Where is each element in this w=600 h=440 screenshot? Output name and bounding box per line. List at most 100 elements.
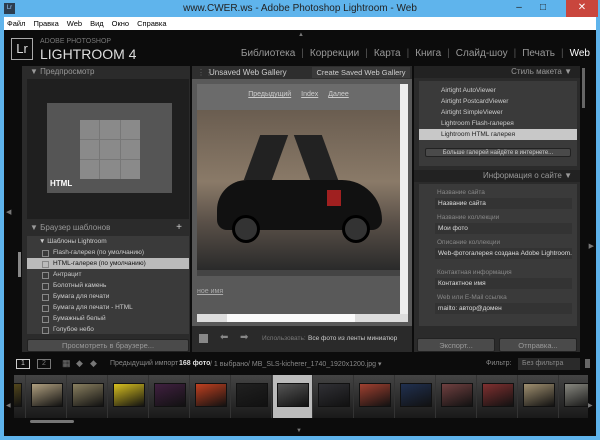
- export-button[interactable]: Экспорт...: [417, 338, 495, 352]
- thumbnail[interactable]: [14, 383, 22, 407]
- module-web[interactable]: Web: [570, 48, 590, 59]
- close-button[interactable]: ✕: [566, 0, 598, 17]
- style-item[interactable]: Airtight PostcardViewer: [419, 96, 577, 107]
- filmstrip-cell[interactable]: [191, 375, 231, 418]
- left-scrollbar[interactable]: [18, 252, 21, 277]
- thumbnail[interactable]: [564, 383, 588, 407]
- style-item[interactable]: Airtight AutoViewer: [419, 85, 577, 96]
- contact-info-field[interactable]: Контактное имя: [435, 278, 572, 289]
- filmstrip-cell[interactable]: [478, 375, 518, 418]
- filmstrip-cell[interactable]: [355, 375, 395, 418]
- thumbnail[interactable]: [31, 383, 63, 407]
- module-print[interactable]: Печать: [522, 48, 555, 59]
- right-panel-toggle-icon[interactable]: ▶: [589, 242, 594, 250]
- template-item[interactable]: Голубое небо: [27, 324, 189, 334]
- lock-icon[interactable]: [585, 359, 590, 368]
- preview-header[interactable]: ▼ Предпросмотр: [22, 66, 190, 78]
- module-library[interactable]: Библиотека: [241, 48, 295, 59]
- template-item[interactable]: Болотный камень: [27, 280, 189, 291]
- module-map[interactable]: Карта: [374, 48, 401, 59]
- menu-edit[interactable]: Правка: [33, 17, 58, 30]
- collapse-top-arrow-icon[interactable]: ▲: [298, 32, 304, 38]
- template-item[interactable]: Бумажный белый: [27, 313, 189, 324]
- thumbnail[interactable]: [154, 383, 186, 407]
- filmstrip-right-arrow-icon[interactable]: ▶: [588, 402, 593, 409]
- use-select[interactable]: Все фото из ленты миниатюр: [308, 335, 397, 342]
- filmstrip-cell[interactable]: [109, 375, 149, 418]
- filmstrip-cell[interactable]: [396, 375, 436, 418]
- primary-display-button[interactable]: 1: [16, 359, 30, 369]
- grid-icon[interactable]: ▦: [62, 358, 71, 369]
- menu-file[interactable]: Файл: [7, 17, 25, 30]
- filmstrip-cell[interactable]: [14, 375, 26, 418]
- filmstrip-cell[interactable]: [437, 375, 477, 418]
- secondary-display-button[interactable]: 2: [37, 359, 51, 369]
- module-develop[interactable]: Коррекции: [310, 48, 359, 59]
- right-scrollbar[interactable]: [582, 68, 585, 108]
- template-browser-header[interactable]: ▼ Браузер шаблонов +: [22, 222, 190, 234]
- forward-icon[interactable]: ◆: [90, 358, 97, 369]
- nav-index-link[interactable]: Index: [301, 91, 318, 98]
- site-info-header[interactable]: Информация о сайте ▼: [414, 170, 580, 182]
- filter-select[interactable]: Без фильтра: [518, 358, 580, 370]
- add-template-button[interactable]: +: [176, 222, 182, 234]
- thumbnail[interactable]: [359, 383, 391, 407]
- template-folder[interactable]: ▼ Шаблоны Lightroom: [27, 236, 189, 247]
- thumbnail[interactable]: [318, 383, 350, 407]
- maximize-button[interactable]: □: [532, 0, 554, 17]
- thumbnail[interactable]: [72, 383, 104, 407]
- thumbnail[interactable]: [236, 383, 268, 407]
- menu-view[interactable]: Вид: [90, 17, 104, 30]
- nav-next-link[interactable]: Далее: [328, 91, 349, 98]
- thumbnail[interactable]: [400, 383, 432, 407]
- thumbnail[interactable]: [482, 383, 514, 407]
- layout-style-header[interactable]: Стиль макета ▼: [414, 66, 580, 78]
- upload-button[interactable]: Отправка...: [499, 338, 577, 352]
- filmstrip-cell[interactable]: [314, 375, 354, 418]
- style-item[interactable]: Lightroom Flash-галерея: [419, 118, 577, 129]
- back-icon[interactable]: ◆: [76, 358, 83, 369]
- filmstrip-cell[interactable]: [68, 375, 108, 418]
- template-item[interactable]: HTML-галерея (по умолчанию): [27, 258, 189, 269]
- selection-info[interactable]: / 1 выбрано/ MB_SLS-kicherer_1740_1920x1…: [210, 360, 382, 368]
- menu-window[interactable]: Окно: [112, 17, 129, 30]
- filmstrip-cell[interactable]: [519, 375, 559, 418]
- filmstrip-left-arrow-icon[interactable]: ◀: [6, 402, 11, 409]
- template-item[interactable]: Антрацит: [27, 269, 189, 280]
- horizontal-scrollbar[interactable]: [197, 314, 408, 322]
- site-title-field[interactable]: Название сайта: [435, 198, 572, 209]
- thumbnail[interactable]: [441, 383, 473, 407]
- vertical-scrollbar[interactable]: [400, 84, 408, 314]
- menu-web[interactable]: Web: [67, 17, 82, 30]
- filmstrip-cell[interactable]: [27, 375, 67, 418]
- filmstrip-cell[interactable]: [560, 375, 588, 418]
- create-saved-gallery-button[interactable]: Create Saved Web Gallery: [312, 67, 410, 78]
- nav-previous-link[interactable]: Предыдущий: [248, 91, 291, 98]
- thumbnail[interactable]: [113, 383, 145, 407]
- template-item[interactable]: Flash-галерея (по умолчанию): [27, 247, 189, 258]
- filmstrip-source[interactable]: Предыдущий импорт: [110, 360, 178, 367]
- filmstrip-cell[interactable]: [150, 375, 190, 418]
- thumbnail[interactable]: [277, 383, 309, 407]
- collection-title-field[interactable]: Мои фото: [435, 223, 572, 234]
- template-item[interactable]: Бумага для печати - HTML: [27, 302, 189, 313]
- template-item[interactable]: Бумага для печати: [27, 291, 189, 302]
- style-item[interactable]: Airtight SimpleViewer: [419, 107, 577, 118]
- collection-description-field[interactable]: Web-фотогалерея создана Adobe Lightroom.: [435, 248, 572, 259]
- filmstrip-cell[interactable]: [232, 375, 272, 418]
- style-item[interactable]: Lightroom HTML галерея: [419, 129, 577, 140]
- left-panel-toggle-icon[interactable]: ◀: [6, 208, 11, 216]
- arrow-right-icon[interactable]: ➡: [240, 332, 248, 343]
- thumbnail[interactable]: [195, 383, 227, 407]
- stop-button[interactable]: [199, 334, 208, 343]
- preview-in-browser-button[interactable]: Просмотреть в браузере...: [27, 339, 189, 352]
- more-galleries-button[interactable]: Больше галерей найдёте в интернете...: [425, 148, 571, 157]
- contact-link[interactable]: ное имя: [197, 288, 223, 295]
- arrow-left-icon[interactable]: ⬅: [220, 332, 228, 343]
- collapse-bottom-arrow-icon[interactable]: ▼: [296, 428, 302, 434]
- minimize-button[interactable]: –: [508, 0, 530, 17]
- web-email-link-field[interactable]: mailto: автор@домен: [435, 303, 572, 314]
- module-slideshow[interactable]: Слайд-шоу: [456, 48, 508, 59]
- menu-help[interactable]: Справка: [137, 17, 166, 30]
- filmstrip-scrollbar[interactable]: [30, 420, 74, 423]
